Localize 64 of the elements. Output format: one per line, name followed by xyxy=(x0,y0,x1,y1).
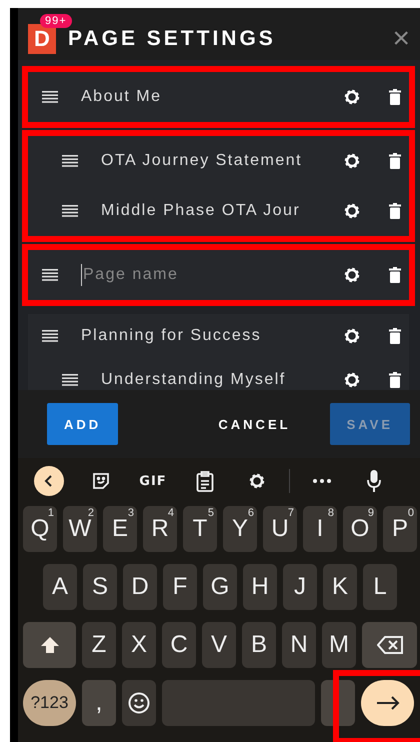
delete-icon[interactable] xyxy=(389,267,401,283)
enter-key[interactable] xyxy=(361,680,414,726)
backspace-icon xyxy=(376,636,402,654)
page-row[interactable]: Page name xyxy=(28,250,409,300)
page-title: About Me xyxy=(81,88,162,106)
key[interactable]: G xyxy=(203,564,237,610)
emoji-key[interactable] xyxy=(122,680,156,726)
gif-button[interactable]: GIF xyxy=(139,474,167,488)
shift-key[interactable] xyxy=(23,622,76,668)
key[interactable]: F xyxy=(163,564,197,610)
page-row[interactable]: Planning for Success xyxy=(28,314,409,358)
drag-handle-icon[interactable] xyxy=(62,155,78,167)
page-row[interactable]: OTA Journey Statement xyxy=(28,136,409,186)
key[interactable]: N xyxy=(282,622,316,668)
more-icon[interactable] xyxy=(313,479,331,483)
page-title: OTA Journey Statement xyxy=(101,152,304,170)
drag-handle-icon[interactable] xyxy=(62,205,78,217)
notification-badge: 99+ xyxy=(40,14,72,28)
delete-icon[interactable] xyxy=(389,328,401,344)
key[interactable]: K xyxy=(323,564,357,610)
clipboard-icon[interactable] xyxy=(196,470,214,492)
back-button[interactable] xyxy=(34,466,64,496)
page-title: Understanding Myself xyxy=(101,371,287,389)
shift-icon xyxy=(40,636,60,654)
key[interactable]: M xyxy=(322,622,356,668)
page-row[interactable]: Middle Phase OTA Jour xyxy=(28,186,409,236)
page-title: Planning for Success xyxy=(81,327,262,345)
settings-icon[interactable] xyxy=(248,472,266,490)
key[interactable]: A xyxy=(43,564,77,610)
key[interactable]: D xyxy=(123,564,157,610)
delete-icon[interactable] xyxy=(389,89,401,105)
action-button[interactable]: ADD xyxy=(47,403,118,445)
dialog-title: PAGE SETTINGS xyxy=(68,27,276,51)
page-row[interactable]: About Me xyxy=(28,72,409,122)
drag-handle-icon[interactable] xyxy=(62,374,78,386)
page-name-field[interactable]: Page name xyxy=(81,264,333,286)
action-button[interactable]: CANCEL xyxy=(201,403,308,445)
backspace-key[interactable] xyxy=(362,622,417,668)
key[interactable]: S xyxy=(83,564,117,610)
chevron-icon xyxy=(44,475,54,487)
page-row[interactable]: Understanding Myself xyxy=(28,358,409,390)
key[interactable]: J xyxy=(283,564,317,610)
delete-icon[interactable] xyxy=(389,372,401,388)
page-title: Middle Phase OTA Jour xyxy=(101,202,302,220)
arrow-icon xyxy=(376,696,400,710)
close-button[interactable]: × xyxy=(392,24,410,54)
key[interactable]: B xyxy=(242,622,276,668)
drag-handle-icon[interactable] xyxy=(42,91,58,103)
delete-icon[interactable] xyxy=(389,153,401,169)
drag-handle-icon[interactable] xyxy=(42,330,58,342)
key[interactable]: X xyxy=(122,622,156,668)
key[interactable]: C xyxy=(162,622,196,668)
key[interactable]: V xyxy=(202,622,236,668)
sticker-icon[interactable] xyxy=(91,471,111,491)
comma-key[interactable]: , xyxy=(82,680,116,726)
key[interactable]: H xyxy=(243,564,277,610)
key[interactable]: Z xyxy=(82,622,116,668)
delete-icon[interactable] xyxy=(389,203,401,219)
smiley-icon xyxy=(128,692,150,714)
drag-handle-icon[interactable] xyxy=(42,269,58,281)
microphone-icon[interactable] xyxy=(367,470,381,492)
key[interactable]: L xyxy=(363,564,397,610)
app-logo: D xyxy=(28,24,56,54)
symbols-key[interactable]: ?123 xyxy=(23,680,76,726)
